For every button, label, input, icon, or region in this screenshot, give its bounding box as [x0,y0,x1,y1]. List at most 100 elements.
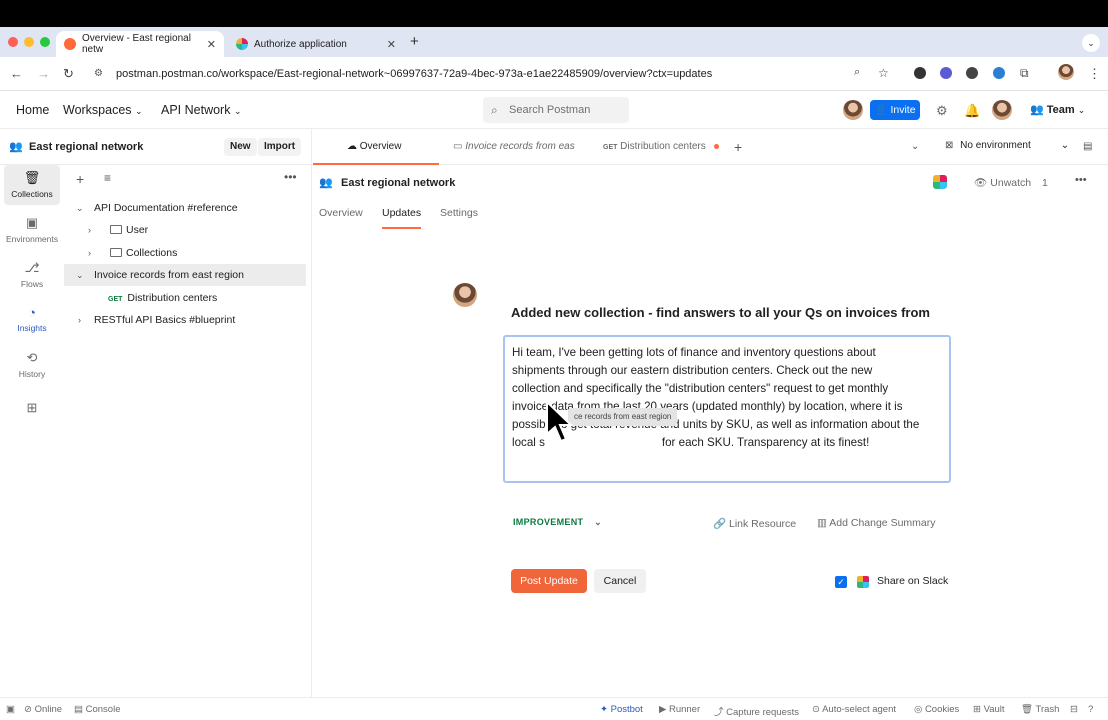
tree-item-distribution-centers[interactable]: GET Distribution centers [64,287,306,309]
url-field[interactable]: ⚙ postman.postman.co/workspace/East-regi… [86,62,906,86]
tab-title: Authorize application [254,38,347,50]
environment-quick-look-icon[interactable]: ▤ [1083,129,1092,165]
user-avatar[interactable] [843,100,863,120]
postbot-button[interactable]: ✦ Postbot [600,704,643,715]
unwatch-button[interactable]: 👁 Unwatch 1 [974,176,1048,189]
team-button[interactable]: 👥 Team ⌄ [1030,103,1085,116]
body-line: for each SKU. Transparency at its finest… [661,436,870,449]
tab-invoice-records[interactable]: ▭ Invoice records from eas [453,129,575,165]
vault-button[interactable]: ⊞ Vault [973,704,1005,715]
add-change-summary-button[interactable]: ▥ Add Change Summary [817,517,936,529]
workspace-title[interactable]: East regional network [29,141,143,153]
minimize-window-icon[interactable] [24,37,34,47]
extension-icon[interactable] [940,67,952,79]
forward-icon[interactable]: → [37,66,50,81]
vault-label: Vault [983,704,1005,715]
site-info-icon[interactable]: ⚙ [94,62,103,86]
rail-insights[interactable]: ◔ Insights [4,300,60,340]
console-button[interactable]: ▤ Console [74,704,120,715]
chevron-right-icon: › [88,225,91,235]
overview-title: East regional network [341,177,456,189]
rail-collections[interactable]: 🗑 Collections [4,165,60,205]
collection-icon: ▭ [453,141,463,152]
auto-select-agent-button[interactable]: ⊙ Auto-select agent [812,704,896,715]
rail-flows[interactable]: ⎇ Flows [4,255,60,295]
notifications-bell-icon[interactable]: 🔔 [964,103,980,119]
more-options-icon[interactable]: ••• [284,170,297,184]
postman-header: Home Workspaces ⌄ API Network ⌄ ⌕ Search… [0,91,1108,129]
zoom-icon[interactable]: ⌕ [854,66,860,79]
toggle-sidebar-icon[interactable]: ▣ [6,704,15,715]
environment-selector[interactable]: ⊠ No environment ⌄ [945,140,1069,151]
update-title-input[interactable]: Added new collection - find answers to a… [511,305,930,320]
browser-menu-icon[interactable]: ⋮ [1088,66,1101,82]
new-button[interactable]: New [224,138,257,156]
help-icon[interactable]: ? [1088,704,1093,715]
link-resource-button[interactable]: 🔗 Link Resource [713,517,796,530]
tab-distribution-centers[interactable]: GET Distribution centers [603,129,719,165]
trash-button[interactable]: 🗑 Trash [1021,704,1059,715]
subtab-updates[interactable]: Updates [382,207,422,229]
share-on-slack-checkbox[interactable]: ✓ [835,576,847,588]
tab-label: Invoice records from eas [465,141,575,152]
browser-tab-authorize[interactable]: Authorize application ✕ [228,31,404,57]
rail-environments[interactable]: ▣ Environments [4,210,60,250]
new-tab-icon[interactable]: + [734,129,742,165]
tree-item-label: RESTful API Basics #blueprint [94,314,236,326]
author-avatar [453,283,477,307]
close-window-icon[interactable] [8,37,18,47]
browser-tab-overview[interactable]: Overview - East regional netw ✕ [56,31,224,57]
maximize-window-icon[interactable] [40,37,50,47]
tree-item-api-documentation[interactable]: ⌄ API Documentation #reference [64,197,306,219]
import-button[interactable]: Import [258,138,302,156]
change-summary-icon: ▥ [817,517,827,529]
tree-item-restful-basics[interactable]: › RESTful API Basics #blueprint [64,309,306,331]
cookies-button[interactable]: ◎ Cookies [914,704,959,715]
request-tabs: ☁ Overview ▭ Invoice records from eas GE… [313,129,1108,165]
back-icon[interactable]: ← [10,66,23,81]
close-tab-icon[interactable]: ✕ [387,38,396,51]
settings-gear-icon[interactable]: ⚙ [936,103,948,119]
capture-requests-button[interactable]: ⤴ Capture requests [714,704,799,718]
search-input[interactable]: ⌕ Search Postman [483,97,629,123]
filter-icon[interactable]: ≡ [104,171,111,185]
more-options-icon[interactable]: ••• [1075,174,1087,186]
rail-configure[interactable]: ⊞ [4,395,60,435]
tab-overview[interactable]: ☁ Overview [313,129,439,165]
tab-search-chevron-icon[interactable]: ⌄ [1082,34,1100,52]
extension-icon[interactable] [914,67,926,79]
extension-icon[interactable] [966,67,978,79]
subtab-settings[interactable]: Settings [440,207,478,229]
extension-icon[interactable] [993,67,1005,79]
tree-item-user[interactable]: › User [64,219,306,241]
close-tab-icon[interactable]: ✕ [207,38,216,51]
profile-avatar[interactable] [1058,64,1074,80]
runner-button[interactable]: ▶ Runner [659,704,700,715]
chevron-down-icon: ⌄ [233,106,242,116]
nav-api-network[interactable]: API Network ⌄ [161,103,242,117]
cancel-button[interactable]: Cancel [594,569,646,593]
nav-home[interactable]: Home [16,103,49,117]
subtab-overview[interactable]: Overview [319,207,363,229]
tree-item-invoice-records[interactable]: ⌄ Invoice records from east region [64,264,306,286]
reload-icon[interactable]: ↻ [63,66,74,82]
add-icon[interactable]: + [76,171,84,187]
account-avatar[interactable] [992,100,1012,120]
online-status[interactable]: ⊘ Online [24,704,62,715]
bookmark-star-icon[interactable]: ☆ [878,66,889,80]
cookies-label: Cookies [924,704,960,715]
extensions-puzzle-icon[interactable]: ⧉ [1020,66,1029,81]
environments-icon: ▣ [25,215,39,230]
layout-icon[interactable]: ⊟ [1070,704,1078,715]
configure-workbench-icon: ⊞ [26,400,38,415]
nav-workspaces[interactable]: Workspaces ⌄ [63,103,143,117]
tree-item-collections[interactable]: › Collections [64,242,306,264]
rail-history[interactable]: ⟲ History [4,345,60,385]
update-tag-select[interactable]: IMPROVEMENT ⌄ [513,517,602,528]
invite-label: Invite [890,104,916,116]
tabs-dropdown-icon[interactable]: ⌄ [911,129,919,165]
post-update-button[interactable]: Post Update [511,569,587,593]
new-tab-icon[interactable]: + [410,33,419,50]
slack-integration-icon[interactable] [933,175,947,189]
invite-button[interactable]: 👤 Invite [870,100,920,120]
